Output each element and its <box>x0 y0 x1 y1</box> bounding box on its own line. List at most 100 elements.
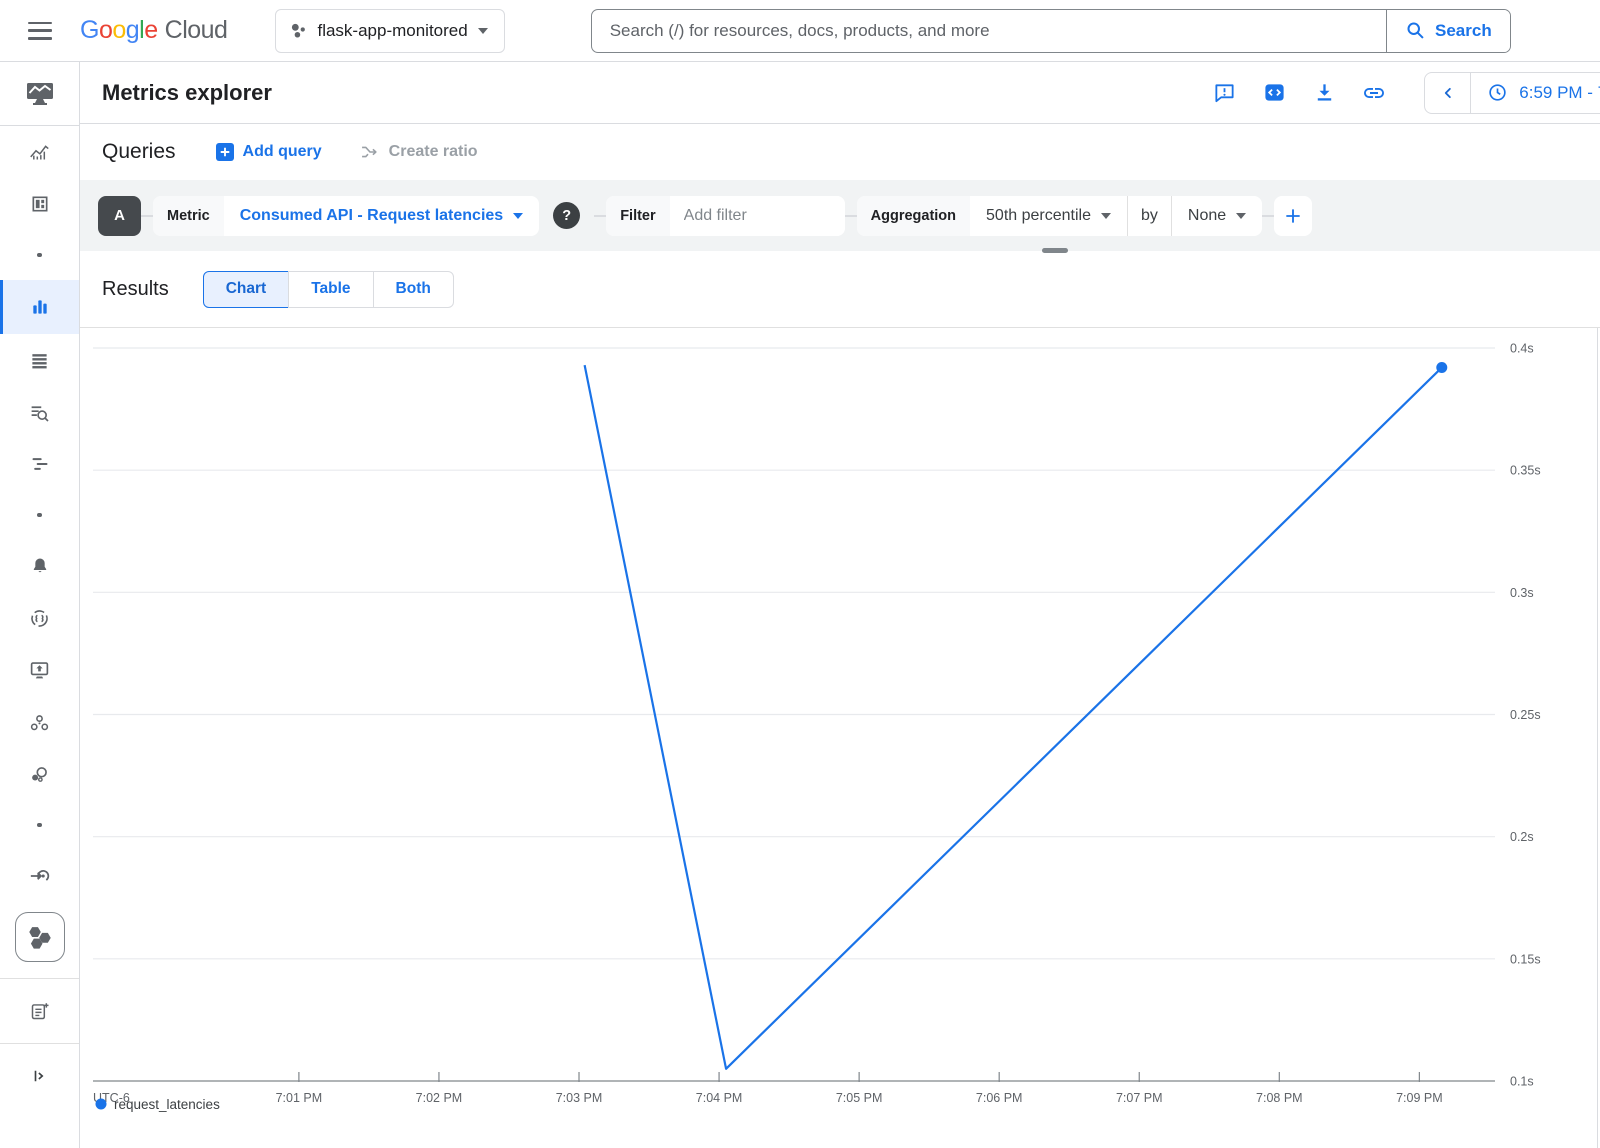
expand-panel-icon <box>31 1067 49 1085</box>
rows-list-icon <box>30 351 49 370</box>
logo-letter: e <box>144 16 157 45</box>
builder-connector <box>845 215 857 217</box>
metrics-explorer-bars-icon <box>30 297 50 317</box>
sidebar-item-uptime[interactable] <box>0 592 79 644</box>
sidebar-item-logs[interactable] <box>0 386 79 438</box>
chevron-down-icon <box>1236 213 1246 219</box>
filter-control: Filter <box>606 196 844 236</box>
sidebar-item-app[interactable] <box>0 902 79 972</box>
feedback-icon <box>1213 81 1236 104</box>
logo-letter: G <box>80 16 99 45</box>
link-button[interactable] <box>1362 81 1386 105</box>
vm-monitor-icon <box>29 660 50 681</box>
latency-line-chart: 0.1s0.15s0.2s0.25s0.3s0.35s0.4s7:01 PM7:… <box>80 328 1599 1146</box>
builder-connector <box>594 215 606 217</box>
alerting-bell-icon <box>30 556 50 576</box>
toggle-table[interactable]: Table <box>288 271 373 308</box>
monitoring-product-logo[interactable] <box>0 62 79 126</box>
logo-letter: g <box>126 16 139 45</box>
sidebar-item-groups[interactable] <box>0 696 79 748</box>
toggle-both[interactable]: Both <box>373 271 454 308</box>
x-tick-label: 7:09 PM <box>1396 1091 1443 1105</box>
sidebar-item-metrics-explorer[interactable] <box>0 280 79 334</box>
create-ratio-button[interactable]: Create ratio <box>360 142 478 162</box>
sidebar-item-dashboards[interactable] <box>0 178 79 230</box>
results-heading: Results <box>102 278 169 301</box>
metric-help-button[interactable]: ? <box>553 202 580 229</box>
search-button-label: Search <box>1435 21 1492 41</box>
logo-suffix: Cloud <box>165 16 228 45</box>
filter-label: Filter <box>606 196 669 236</box>
x-tick-label: 7:01 PM <box>276 1091 323 1105</box>
y-tick-label: 0.3s <box>1510 586 1534 600</box>
sidebar-item-release-notes[interactable] <box>0 985 79 1037</box>
link-icon <box>1362 81 1386 105</box>
sidebar-overflow-dot <box>0 230 79 280</box>
sidebar-item-trace[interactable] <box>0 438 79 490</box>
y-tick-label: 0.25s <box>1510 708 1541 722</box>
trend-chart-icon <box>29 142 50 163</box>
y-tick-label: 0.2s <box>1510 830 1534 844</box>
sidebar-item-integrations[interactable] <box>0 850 79 902</box>
download-icon <box>1313 81 1336 104</box>
project-selector[interactable]: flask-app-monitored <box>275 9 504 53</box>
add-aggregation-button[interactable] <box>1274 196 1312 236</box>
query-letter-chip[interactable]: A <box>98 196 141 236</box>
builder-connector <box>141 215 153 217</box>
logs-search-icon <box>29 402 50 423</box>
monitoring-logo-icon <box>26 82 54 106</box>
time-range-button[interactable]: 6:59 PM - 7:09 PM <box>1471 82 1600 103</box>
uptime-braces-icon <box>29 608 50 629</box>
menu-icon[interactable] <box>28 22 52 40</box>
add-query-button[interactable]: Add query <box>216 143 322 161</box>
x-tick-label: 7:02 PM <box>416 1091 463 1105</box>
toggle-chart[interactable]: Chart <box>203 271 289 308</box>
results-view-toggle: Chart Table Both <box>203 271 454 308</box>
query-builder-row: A Metric Consumed API - Request latencie… <box>80 180 1600 251</box>
group-by-dropdown[interactable]: None <box>1172 196 1262 236</box>
series-end-marker[interactable] <box>1436 362 1447 373</box>
x-tick-label: 7:04 PM <box>696 1091 743 1105</box>
chevron-left-icon <box>1439 84 1457 102</box>
page-header: Metrics explorer <box>80 62 1600 124</box>
create-ratio-label: Create ratio <box>389 143 478 161</box>
top-app-bar: Google Cloud flask-app-monitored Search <box>0 0 1600 62</box>
feedback-button[interactable] <box>1212 81 1236 105</box>
sidebar-item-services[interactable] <box>0 748 79 800</box>
app-box <box>15 912 65 962</box>
search-input[interactable] <box>592 10 1386 52</box>
metric-dropdown[interactable]: Consumed API - Request latencies <box>224 196 539 236</box>
time-range-value: 6:59 PM - 7:09 PM <box>1519 83 1600 103</box>
sidebar-expand-panel[interactable] <box>0 1050 79 1102</box>
sidebar-item-alerting[interactable] <box>0 540 79 592</box>
group-by-value: None <box>1188 207 1226 225</box>
aggregation-dropdown[interactable]: 50th percentile <box>970 196 1127 236</box>
builder-connector <box>1262 215 1274 217</box>
chart-area: 0.1s0.15s0.2s0.25s0.3s0.35s0.4s7:01 PM7:… <box>80 328 1600 1148</box>
sidebar-item-list[interactable] <box>0 334 79 386</box>
services-icon <box>29 764 50 785</box>
merge-arrow-icon <box>360 142 380 162</box>
chevron-down-icon <box>513 213 523 219</box>
x-tick-label: 7:03 PM <box>556 1091 603 1105</box>
groups-icon <box>29 712 50 733</box>
x-tick-label: 7:08 PM <box>1256 1091 1303 1105</box>
code-button[interactable] <box>1262 81 1286 105</box>
time-range-back-button[interactable] <box>1425 73 1471 113</box>
filter-input[interactable] <box>670 196 845 236</box>
x-tick-label: 7:05 PM <box>836 1091 883 1105</box>
resize-handle[interactable] <box>1042 248 1068 253</box>
metric-value: Consumed API - Request latencies <box>240 207 503 225</box>
project-icon <box>290 22 307 39</box>
app-hexagons-icon <box>21 918 59 956</box>
metric-label: Metric <box>153 196 224 236</box>
google-cloud-logo[interactable]: Google Cloud <box>80 16 227 45</box>
search-button[interactable]: Search <box>1386 10 1510 52</box>
sidebar-item-overview[interactable] <box>0 126 79 178</box>
plus-icon <box>216 143 234 161</box>
sidebar-item-vm-monitoring[interactable] <box>0 644 79 696</box>
project-name: flask-app-monitored <box>317 21 467 41</box>
download-button[interactable] <box>1312 81 1336 105</box>
aggregation-control: Aggregation 50th percentile by None <box>857 196 1263 236</box>
y-tick-label: 0.35s <box>1510 464 1541 478</box>
